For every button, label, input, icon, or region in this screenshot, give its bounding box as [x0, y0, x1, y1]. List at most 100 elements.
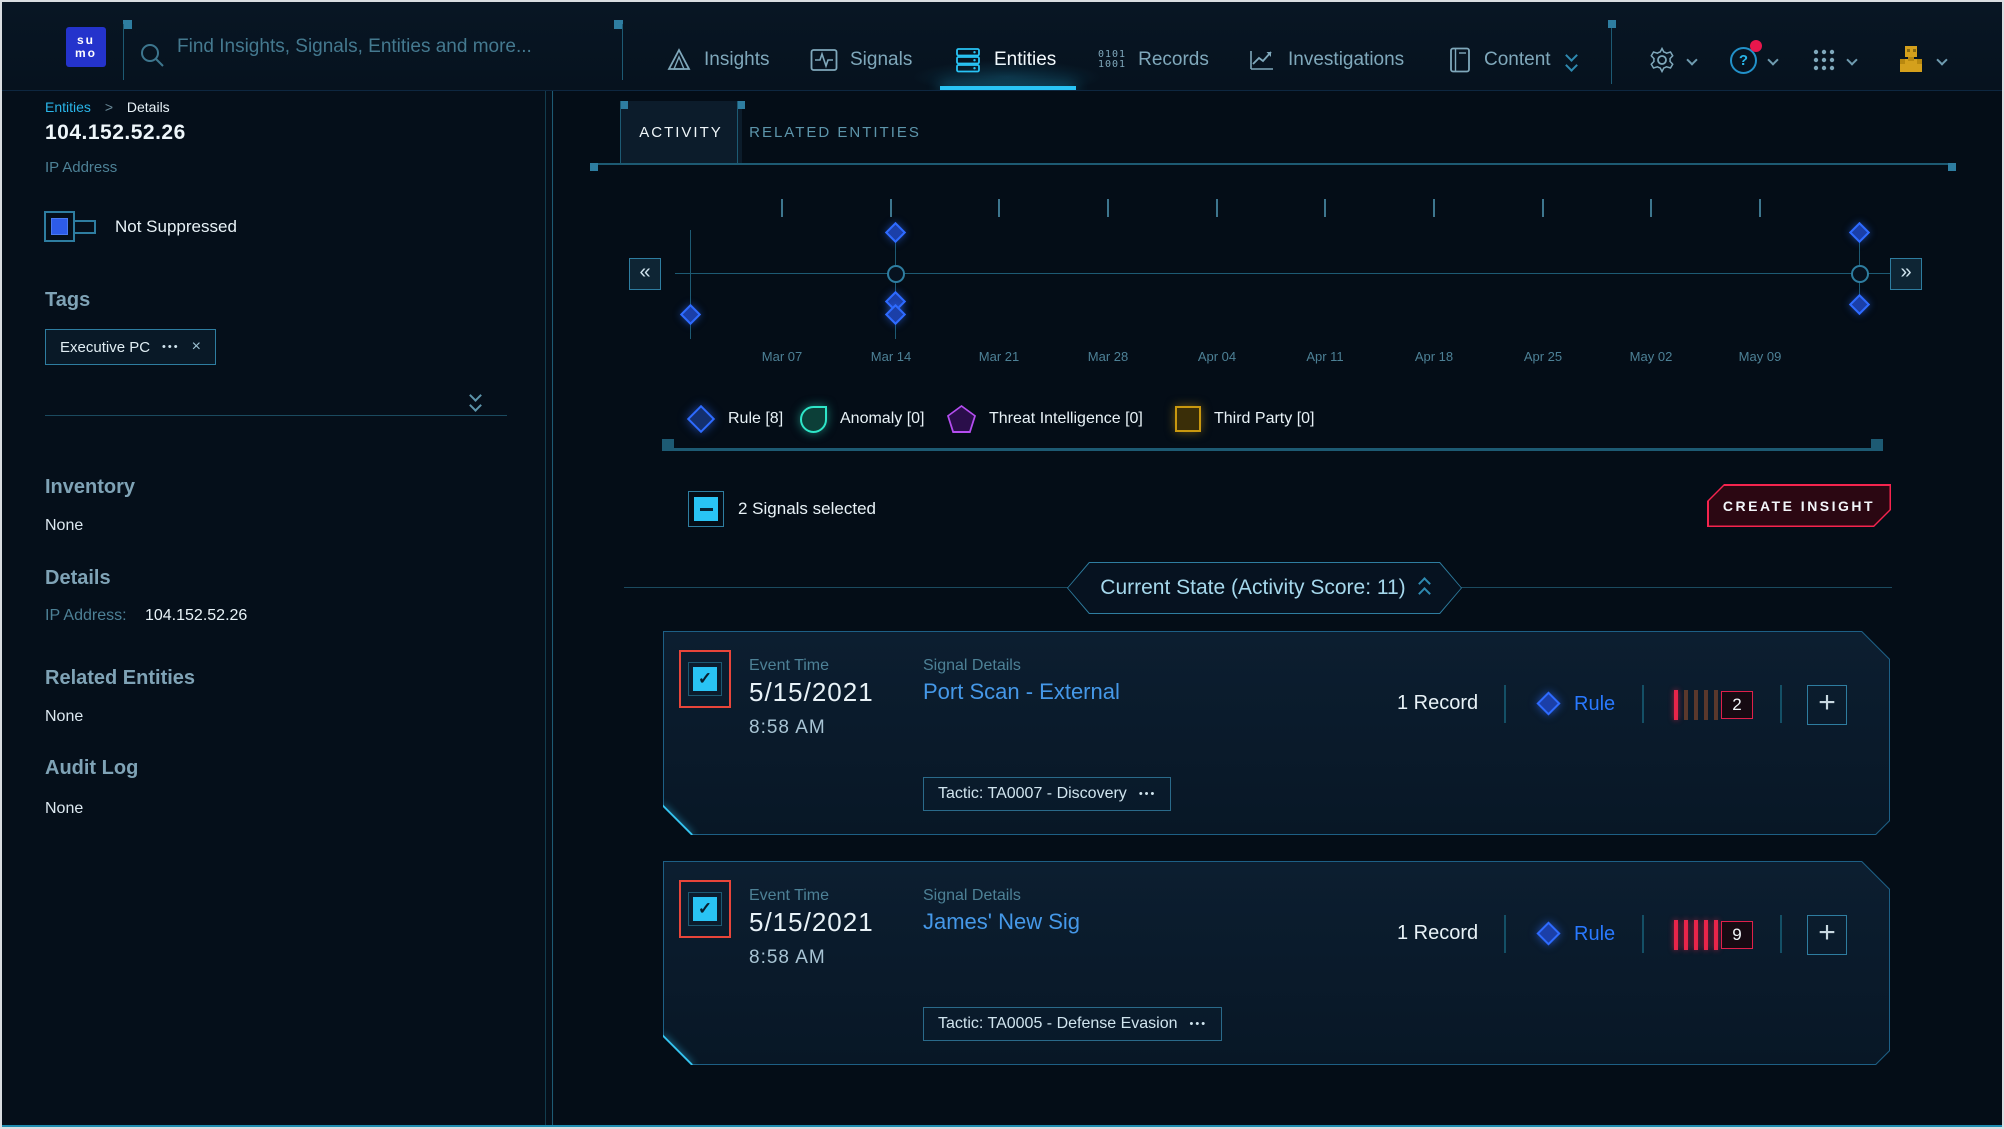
signal-card[interactable]: ✓ Event Time 5/15/2021 8:58 AM Signal De…: [663, 861, 1890, 1065]
content-double-chevron-icon: [1567, 51, 1576, 70]
rule-end-accent: [590, 163, 598, 171]
timeline-date: Mar 14: [851, 349, 931, 364]
nav-divider-accent: [1608, 20, 1616, 28]
select-all-checkbox[interactable]: [688, 491, 724, 527]
timeline-node[interactable]: [1851, 265, 1869, 283]
nav-item-signals[interactable]: Signals: [810, 40, 912, 80]
nav-label-insights: Insights: [704, 49, 769, 71]
indeterminate-dash-icon: [700, 508, 713, 511]
tab-corner-line: [620, 101, 621, 164]
tab-corner-accent: [737, 101, 745, 109]
logo-text-bottom: mo: [66, 47, 106, 60]
app-grid-icon: [1812, 48, 1836, 72]
signal-checkbox[interactable]: ✓: [679, 880, 731, 938]
collapse-double-chevron-icon[interactable]: [471, 391, 480, 410]
insights-icon: [666, 47, 692, 73]
add-to-insight-button[interactable]: +: [1807, 685, 1847, 725]
suppression-toggle[interactable]: [44, 211, 75, 242]
card-divider: [1504, 685, 1506, 723]
tag-more-icon[interactable]: •••: [162, 341, 180, 353]
event-time: 8:58 AM: [749, 947, 826, 969]
bottom-accent-line: [2, 1125, 2002, 1127]
create-insight-button[interactable]: CREATE INSIGHT: [1707, 484, 1891, 527]
user-menu[interactable]: [1896, 40, 1946, 80]
suppression-toggle-track: [75, 220, 96, 234]
signal-details-label: Signal Details: [923, 657, 1021, 675]
rule-signal-marker[interactable]: [1849, 222, 1870, 243]
breadcrumb-entities-link[interactable]: Entities: [45, 99, 91, 115]
legend-third-party: Third Party [0]: [1175, 403, 1314, 435]
rule-end-accent: [1948, 163, 1956, 171]
sidebar-divider-line: [552, 91, 553, 1125]
timeline-tick: [998, 199, 1000, 217]
apps-menu[interactable]: [1812, 40, 1856, 80]
rule-signal-marker[interactable]: [1849, 294, 1870, 315]
nav-label-records: Records: [1138, 49, 1209, 71]
collapse-up-double-chevron-icon[interactable]: [1420, 579, 1429, 598]
tag-remove-icon[interactable]: ×: [192, 338, 201, 356]
timeline-tick: [1759, 199, 1761, 217]
add-to-insight-button[interactable]: +: [1807, 915, 1847, 955]
card-divider: [1642, 685, 1644, 723]
timeline-date: Apr 25: [1503, 349, 1583, 364]
entity-type-label: IP Address: [45, 159, 117, 176]
rule-signal-marker[interactable]: [680, 304, 701, 325]
timeline-scroll-right-button[interactable]: »: [1890, 258, 1922, 290]
checkmark-icon: ✓: [693, 667, 717, 691]
signal-name-link[interactable]: Port Scan - External: [923, 679, 1120, 705]
severity-bars: [1674, 920, 1718, 950]
timeline-node[interactable]: [887, 265, 905, 283]
tactic-more-icon[interactable]: •••: [1139, 788, 1157, 800]
sumo-logic-logo[interactable]: su mo: [66, 27, 106, 67]
timeline-tick: [1433, 199, 1435, 217]
signal-type-label: Rule: [1574, 693, 1615, 716]
tactic-more-icon[interactable]: •••: [1190, 1018, 1208, 1030]
checkmark-icon: ✓: [693, 897, 717, 921]
settings-menu[interactable]: [1648, 40, 1696, 80]
nav-item-investigations[interactable]: Investigations: [1248, 40, 1404, 80]
timeline-axis: [675, 273, 1890, 274]
rule-signal-marker[interactable]: [885, 222, 906, 243]
signal-name-link[interactable]: James' New Sig: [923, 909, 1080, 935]
timeline-scroll-left-button[interactable]: «: [629, 258, 661, 290]
tactic-chip[interactable]: Tactic: TA0005 - Defense Evasion •••: [923, 1007, 1222, 1041]
bracket-end-accent: [1871, 439, 1883, 451]
tactic-chip[interactable]: Tactic: TA0007 - Discovery •••: [923, 777, 1171, 811]
entity-title: 104.152.52.26: [45, 121, 186, 145]
nav-item-records[interactable]: 0101 1001 Records: [1098, 40, 1209, 80]
timeline-date: May 02: [1611, 349, 1691, 364]
record-count: 1 Record: [1397, 692, 1478, 715]
severity-bars: [1674, 690, 1718, 720]
tab-related-entities[interactable]: RELATED ENTITIES: [737, 101, 933, 164]
search-input[interactable]: [177, 32, 597, 62]
rule-signal-marker[interactable]: [885, 304, 906, 325]
nav-label-signals: Signals: [850, 49, 912, 71]
selection-count-label: 2 Signals selected: [738, 499, 876, 519]
signal-details-label: Signal Details: [923, 887, 1021, 905]
sidebar-divider: [45, 415, 507, 416]
global-search[interactable]: [123, 16, 628, 78]
chevron-down-icon: [1846, 54, 1857, 65]
tab-corner-accent: [620, 101, 628, 109]
legend-rule: Rule [8]: [687, 403, 783, 435]
timeline-date: Mar 07: [742, 349, 822, 364]
nav-item-insights[interactable]: Insights: [666, 40, 769, 80]
rule-legend-icon: [687, 405, 715, 433]
tag-chip[interactable]: Executive PC ••• ×: [45, 329, 216, 365]
nav-item-content[interactable]: Content: [1448, 40, 1576, 80]
search-edge-line: [123, 24, 124, 80]
suppression-label: Not Suppressed: [115, 217, 237, 237]
event-date: 5/15/2021: [749, 907, 874, 938]
event-time: 8:58 AM: [749, 717, 826, 739]
signal-checkbox[interactable]: ✓: [679, 650, 731, 708]
legend-threat-label: Threat Intelligence [0]: [989, 410, 1143, 428]
tab-activity[interactable]: ACTIVITY: [620, 101, 742, 164]
tag-label: Executive PC: [60, 339, 150, 356]
current-state-header[interactable]: Current State (Activity Score: 11): [1067, 562, 1462, 614]
signal-type-label: Rule: [1574, 923, 1615, 946]
record-count: 1 Record: [1397, 922, 1478, 945]
signals-icon: [810, 47, 838, 73]
signal-card[interactable]: ✓ Event Time 5/15/2021 8:58 AM Signal De…: [663, 631, 1890, 835]
card-divider: [1642, 915, 1644, 953]
entity-sidebar: Entities > Details 104.152.52.26 IP Addr…: [2, 91, 554, 1125]
